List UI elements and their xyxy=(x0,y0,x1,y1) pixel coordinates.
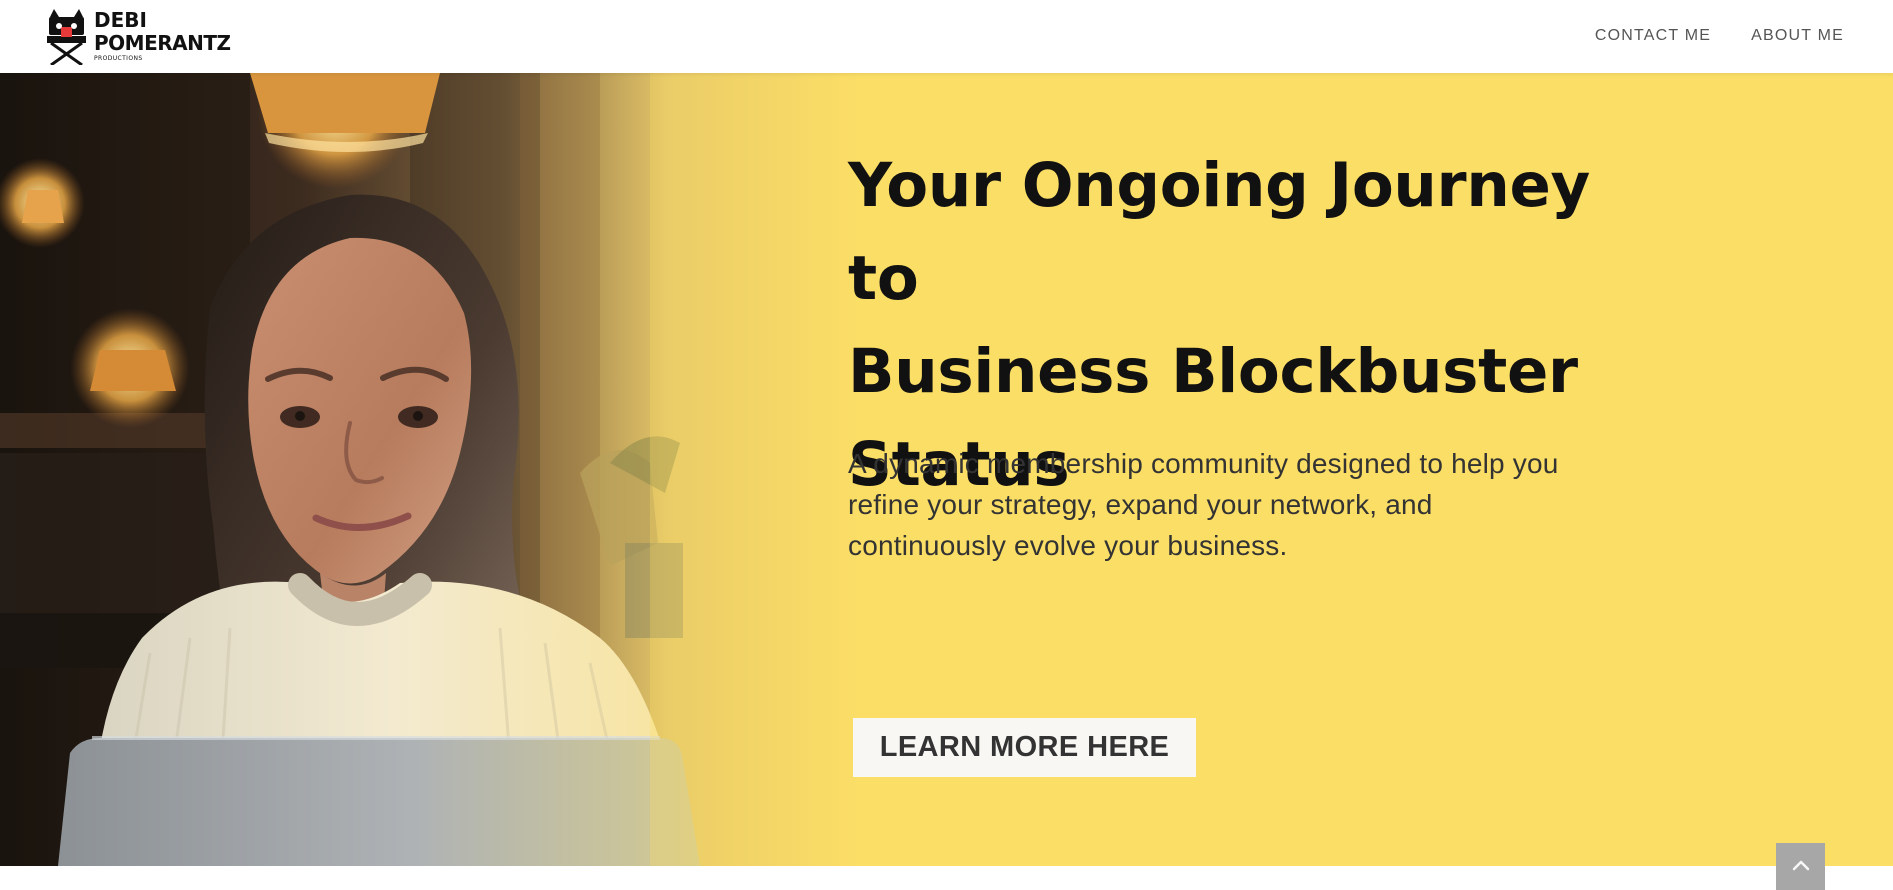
hero-description-line-1: A dynamic membership community designed … xyxy=(848,448,1559,479)
chevron-up-icon xyxy=(1792,860,1810,871)
site-header: DEBI POMERANTZ PRODUCTIONS CONTACT ME AB… xyxy=(0,0,1893,73)
hero-photo xyxy=(0,73,860,866)
page-bottom-strip xyxy=(0,866,1893,890)
hero-headline-line-2: Business Blockbuster xyxy=(848,336,1578,407)
learn-more-button[interactable]: LEARN MORE HERE xyxy=(853,718,1196,777)
nav-contact-me[interactable]: CONTACT ME xyxy=(1595,24,1711,48)
hero-section: Your Ongoing Journey to Business Blockbu… xyxy=(0,73,1893,866)
logo-link[interactable]: DEBI POMERANTZ PRODUCTIONS xyxy=(43,9,243,65)
nav-about-me[interactable]: ABOUT ME xyxy=(1751,24,1844,48)
woman-with-laptop-photo xyxy=(0,73,860,866)
logo-text: DEBI POMERANTZ PRODUCTIONS xyxy=(94,9,244,65)
logo-line-pomerantz: POMERANTZ xyxy=(94,31,231,55)
scroll-to-top-button[interactable] xyxy=(1776,843,1825,890)
landing-page: DEBI POMERANTZ PRODUCTIONS CONTACT ME AB… xyxy=(0,0,1893,890)
hero-description-line-3: continuously evolve your business. xyxy=(848,530,1288,561)
hero-headline-line-1: Your Ongoing Journey to xyxy=(848,150,1590,314)
hero-description: A dynamic membership community designed … xyxy=(848,443,1668,566)
director-chair-logo-icon xyxy=(47,9,86,65)
primary-navigation: CONTACT ME ABOUT ME xyxy=(1595,24,1844,48)
logo-line-debi: DEBI xyxy=(94,8,147,32)
hero-description-line-2: refine your strategy, expand your networ… xyxy=(848,489,1433,520)
logo-line-productions: PRODUCTIONS xyxy=(94,55,143,62)
